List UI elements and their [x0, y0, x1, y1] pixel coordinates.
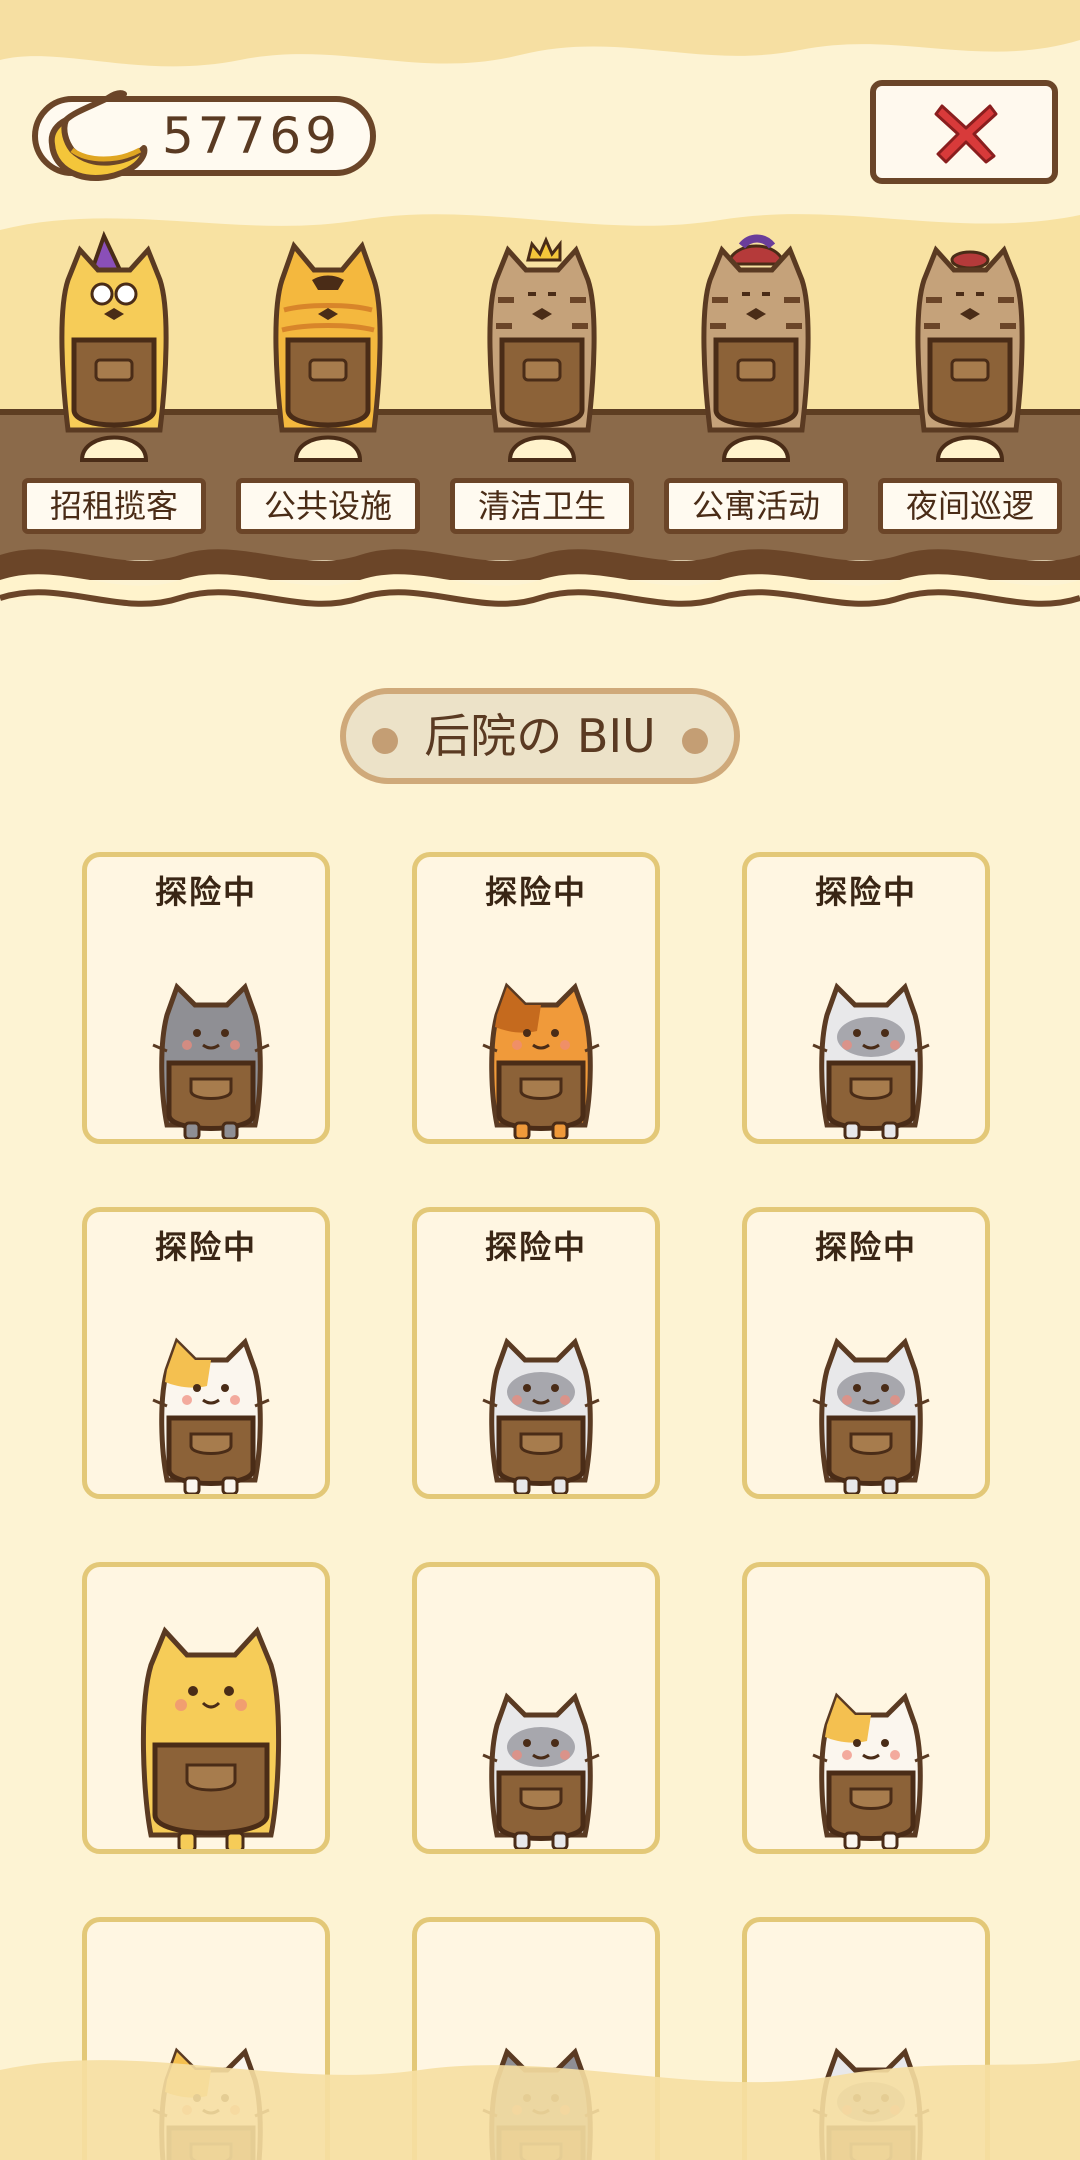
banana-count: 57769 [162, 107, 342, 165]
title-dot-left [372, 728, 398, 754]
silver-mask-cat-icon [482, 1337, 600, 1494]
bottom-wave-decoration [0, 2060, 1080, 2160]
cat-card[interactable] [82, 1562, 330, 1854]
cat-card[interactable]: 探险中 [742, 852, 990, 1144]
cat-status-label: 探险中 [484, 1228, 587, 1266]
banana-counter: 57769 [32, 90, 376, 181]
staff-label-facilities: 公共设施 [236, 478, 420, 534]
tabby-cat-crown-icon [487, 236, 597, 462]
backyard-title-text: 后院の BIU [424, 709, 656, 763]
cat-card[interactable]: 探险中 [82, 1207, 330, 1499]
staff-label-activities: 公寓活动 [664, 478, 848, 534]
cat-card[interactable] [412, 1562, 660, 1854]
cat-card[interactable] [742, 1562, 990, 1854]
calico-cat-icon [812, 1692, 930, 1849]
yellow-cat-icon [140, 1626, 282, 1849]
silver-mask-cat-icon [812, 982, 930, 1139]
close-x-icon [934, 104, 998, 164]
staff-slot-leasing[interactable]: 招租揽客 [22, 230, 206, 540]
backyard-title: 后院の BIU [340, 688, 740, 784]
staff-slot-facilities[interactable]: 公共设施 [236, 230, 420, 540]
silver-mask-cat-icon [482, 1692, 600, 1849]
close-button[interactable] [870, 80, 1058, 184]
orange-striped-cat-icon [273, 241, 383, 462]
staff-slot-activities[interactable]: 公寓活动 [664, 230, 848, 540]
cat-card[interactable]: 探险中 [82, 852, 330, 1144]
yellow-cat-party-hat-icon [59, 230, 169, 462]
silver-mask-cat-icon [812, 1337, 930, 1494]
calico-cat-icon [152, 1337, 270, 1494]
tabby-cat-beret-icon [915, 245, 1025, 462]
banana-icon [48, 90, 148, 181]
tabby-cat-jester-hat-icon [701, 234, 811, 462]
gray-cat-icon [152, 982, 270, 1139]
title-dot-right [682, 728, 708, 754]
orange-tabby-cat-icon [482, 982, 600, 1139]
cat-status-label: 探险中 [484, 873, 587, 911]
staff-label-cleaning: 清洁卫生 [450, 478, 634, 534]
cat-status-label: 探险中 [154, 873, 257, 911]
cat-card[interactable]: 探险中 [742, 1207, 990, 1499]
staff-slot-cleaning[interactable]: 清洁卫生 [450, 230, 634, 540]
cat-status-label: 探险中 [814, 873, 917, 911]
cat-status-label: 探险中 [154, 1228, 257, 1266]
staff-label-leasing: 招租揽客 [22, 478, 206, 534]
cat-card[interactable]: 探险中 [412, 852, 660, 1144]
staff-label-patrol: 夜间巡逻 [878, 478, 1062, 534]
cat-status-label: 探险中 [814, 1228, 917, 1266]
staff-slot-patrol[interactable]: 夜间巡逻 [878, 230, 1062, 540]
cat-card[interactable]: 探险中 [412, 1207, 660, 1499]
